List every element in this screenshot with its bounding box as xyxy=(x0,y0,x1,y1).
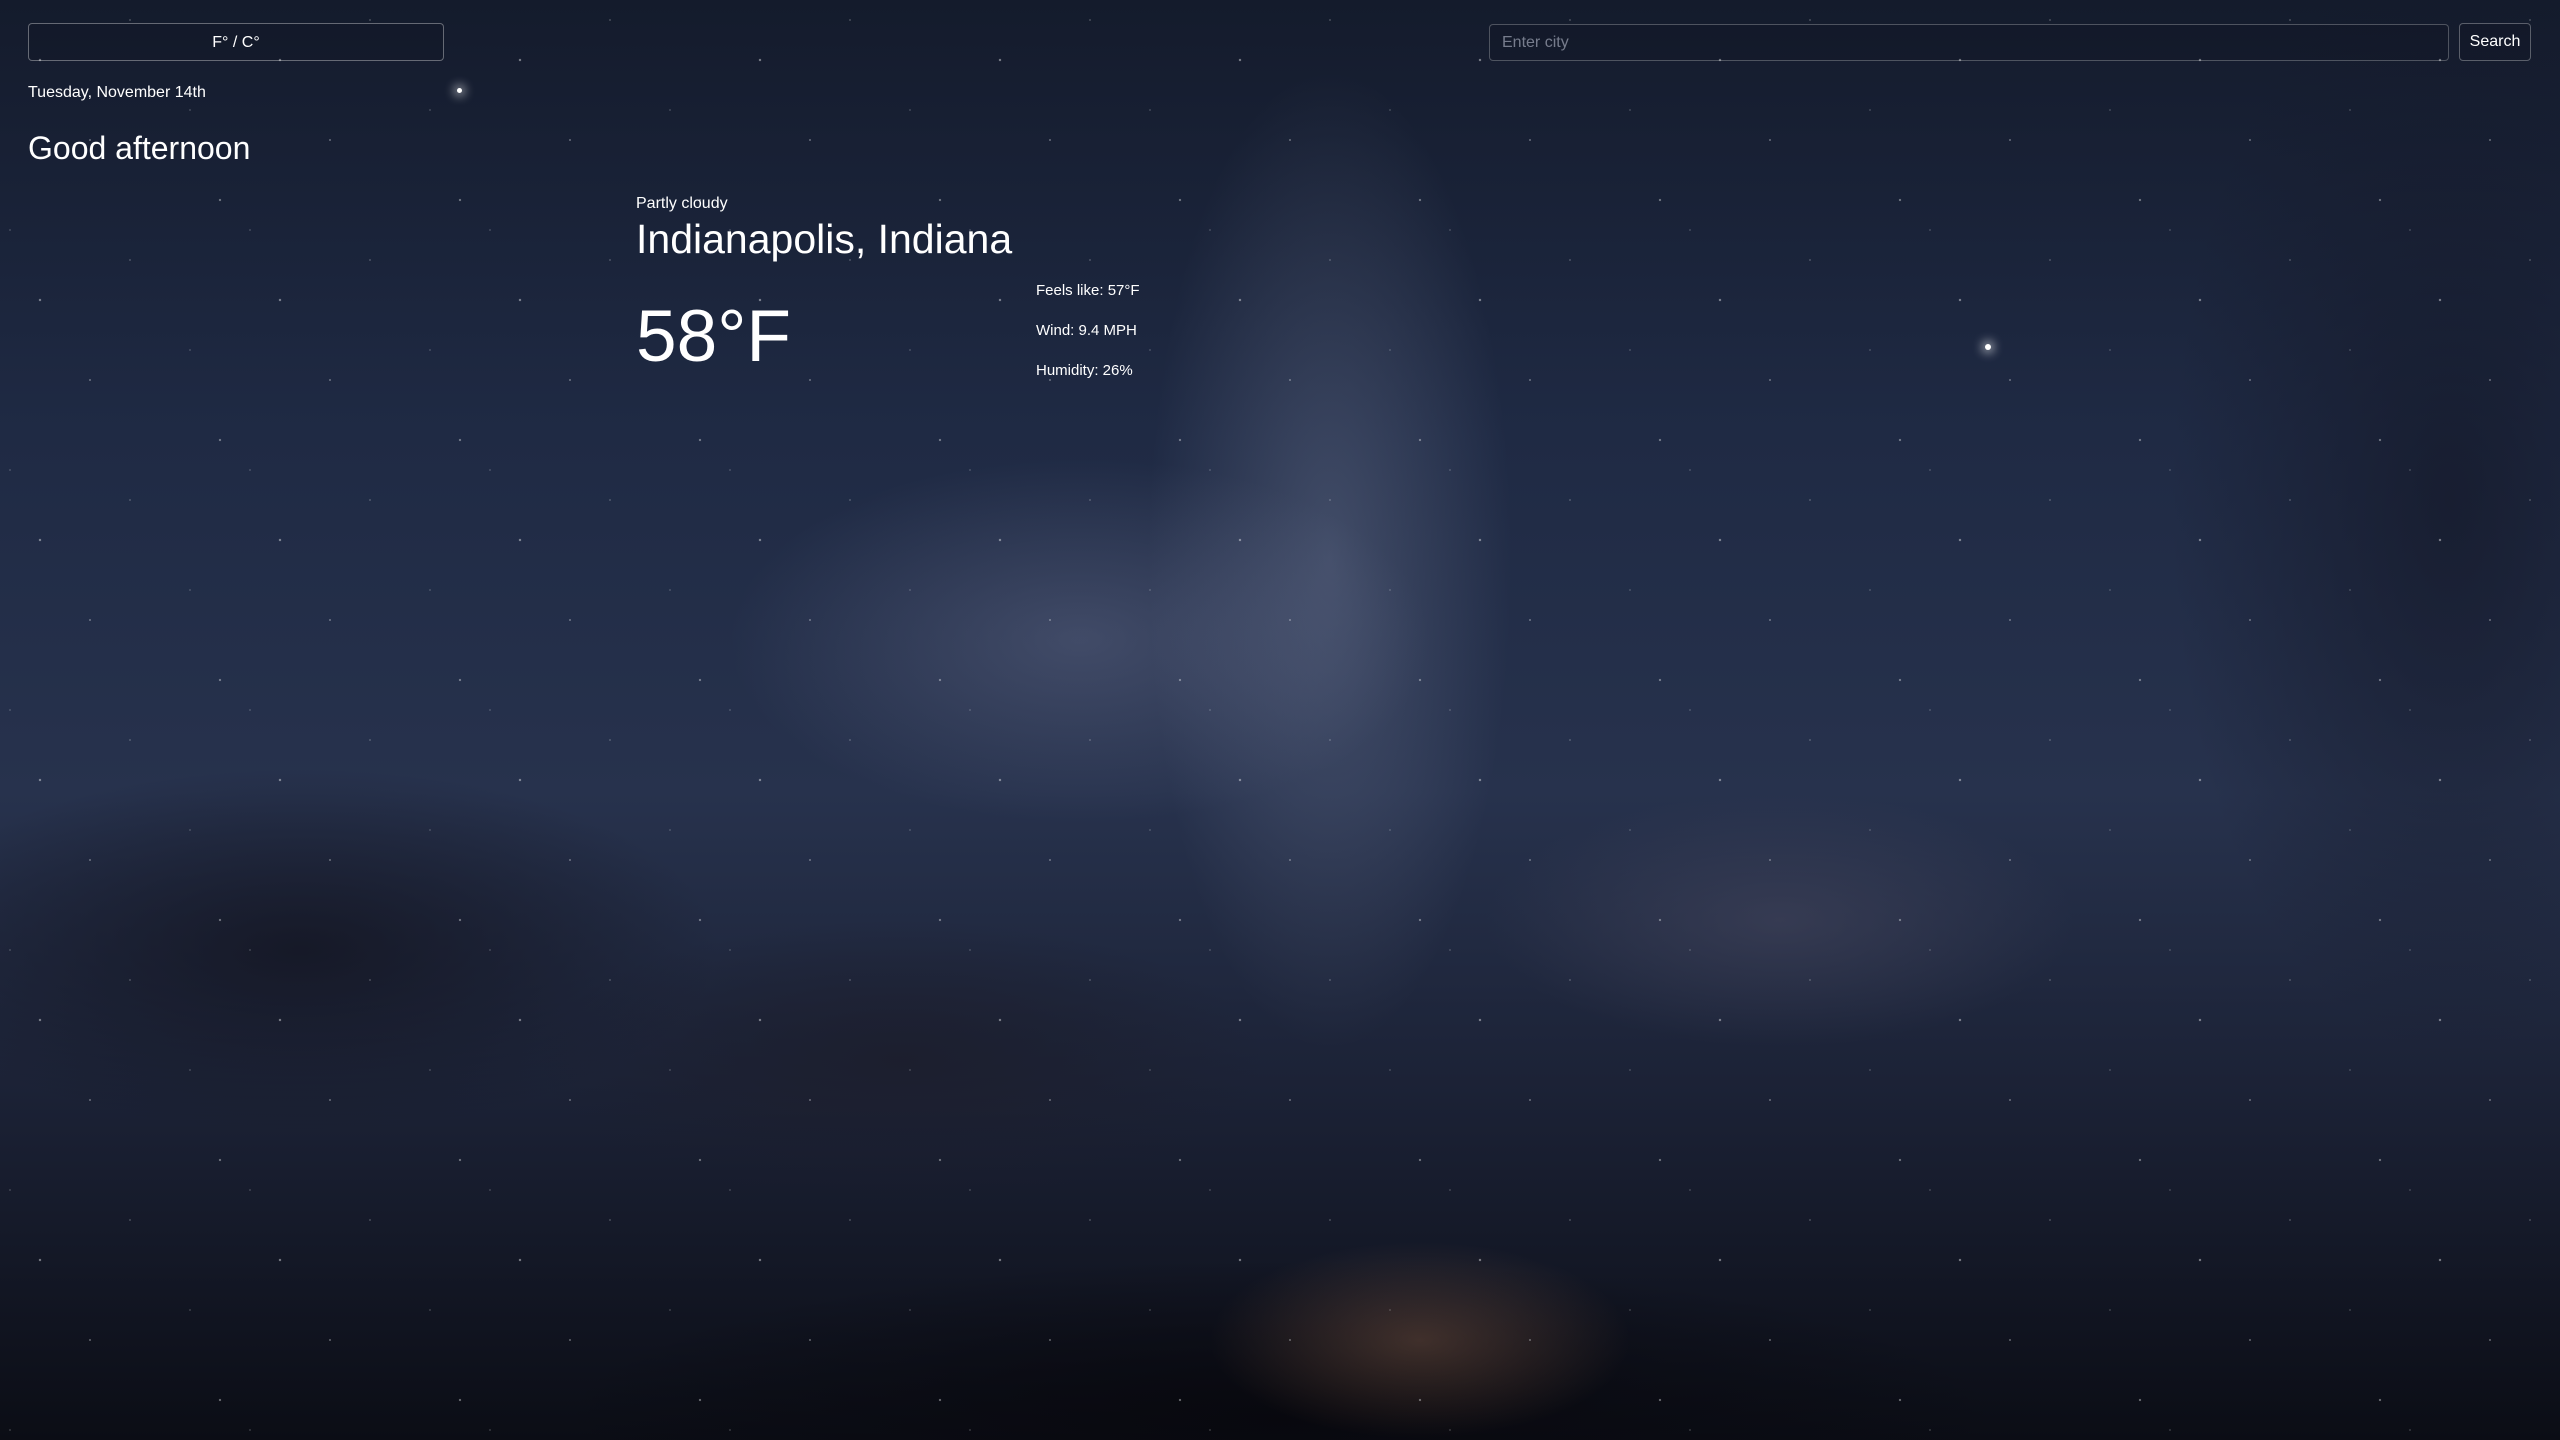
weather-condition: Partly cloudy xyxy=(636,195,728,212)
greeting: Good afternoon xyxy=(28,130,251,166)
weather-details: Feels like: 57°F Wind: 9.4 MPH Humidity:… xyxy=(1036,282,1140,402)
unit-toggle-button[interactable]: F° / C° xyxy=(28,23,444,61)
feels-like: Feels like: 57°F xyxy=(1036,282,1140,299)
weather-app: { "header": { "unit_toggle_label": "F° /… xyxy=(0,0,2560,1440)
humidity: Humidity: 26% xyxy=(1036,362,1133,379)
city-search-input[interactable] xyxy=(1489,24,2449,61)
search-button[interactable]: Search xyxy=(2459,23,2531,61)
current-date: Tuesday, November 14th xyxy=(28,84,206,101)
wind: Wind: 9.4 MPH xyxy=(1036,322,1137,339)
temperature: 58°F xyxy=(636,296,791,377)
star xyxy=(1985,344,1991,350)
star xyxy=(457,88,462,93)
location-title: Indianapolis, Indiana xyxy=(636,216,1013,262)
night-sky-background xyxy=(0,0,2560,1440)
